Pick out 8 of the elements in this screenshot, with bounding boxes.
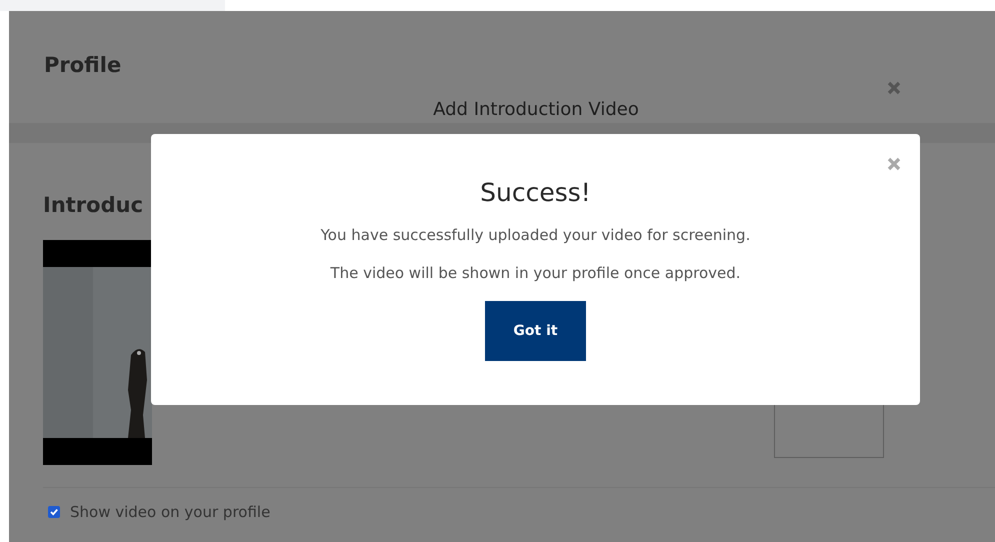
checkbox-label: Show video on your profile bbox=[70, 503, 270, 521]
message-text: The video will be shown in your profile once approved. bbox=[330, 263, 741, 283]
dialog-title: Success! bbox=[480, 177, 591, 209]
dialog-title: Add Introduction Video bbox=[432, 98, 640, 122]
got-it-button[interactable]: Got it bbox=[485, 301, 586, 361]
page-title: Profile bbox=[43, 52, 122, 78]
checkbox[interactable] bbox=[48, 506, 60, 518]
message-text: You have successfully uploaded your video for screening. bbox=[320, 225, 750, 245]
